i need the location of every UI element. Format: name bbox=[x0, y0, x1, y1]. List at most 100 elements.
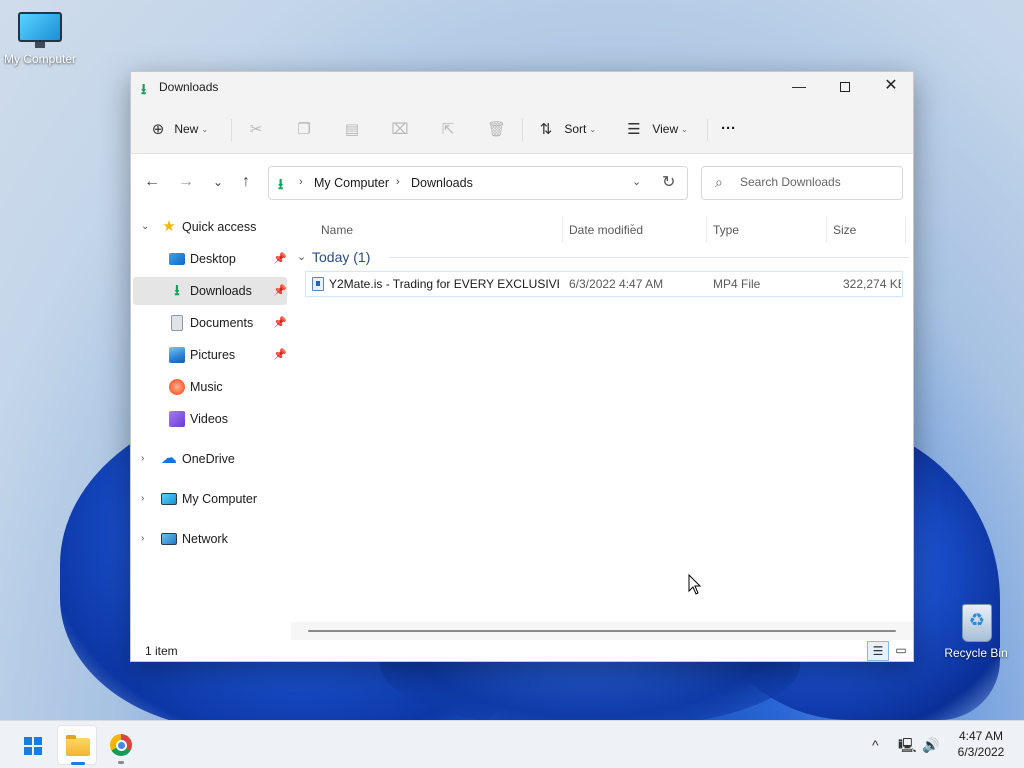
start-button[interactable] bbox=[12, 725, 52, 765]
copy-icon: ❐ bbox=[297, 120, 311, 138]
video-file-icon bbox=[312, 277, 324, 291]
sidebar-item-label: Desktop bbox=[190, 252, 236, 266]
chevron-right-icon[interactable]: › bbox=[141, 485, 144, 513]
music-icon bbox=[169, 379, 185, 395]
forward-button[interactable]: → bbox=[175, 171, 197, 193]
status-bar: 1 item ☰ ▭ bbox=[131, 641, 913, 661]
delete-button[interactable]: 🗑 bbox=[487, 116, 506, 142]
sidebar-item-documents[interactable]: Documents 📌 bbox=[133, 309, 287, 337]
view-button[interactable]: ☰ View ⌄ bbox=[625, 116, 688, 142]
sidebar-item-videos[interactable]: Videos bbox=[133, 405, 287, 433]
navigation-pane: ⌄ ★ Quick access Desktop 📌 ⭳ Downloads 📌… bbox=[131, 211, 289, 631]
command-bar: ⊕ New ⌄ ✂ ❐ ▤ ⌧ ⇱ 🗑 ⇅ Sort ⌄ ☰ View ⌄ ··· bbox=[131, 104, 913, 154]
column-header-date-modified[interactable]: ⌄ Date modified bbox=[569, 217, 705, 243]
chrome-taskbar-button[interactable] bbox=[101, 725, 141, 765]
breadcrumb-downloads[interactable]: Downloads bbox=[411, 176, 473, 190]
file-explorer-taskbar-button[interactable] bbox=[57, 725, 97, 765]
chevron-down-icon[interactable]: ⌄ bbox=[297, 245, 306, 269]
sidebar-item-downloads[interactable]: ⭳ Downloads 📌 bbox=[133, 277, 287, 305]
window-title: Downloads bbox=[159, 80, 219, 94]
horizontal-scrollbar[interactable] bbox=[291, 622, 913, 640]
chevron-right-icon[interactable]: › bbox=[141, 525, 144, 553]
new-button[interactable]: ⊕ New ⌄ bbox=[149, 116, 208, 142]
more-button[interactable]: ··· bbox=[721, 116, 736, 142]
chevron-down-icon: ⌄ bbox=[589, 124, 597, 134]
details-view-button[interactable]: ☰ bbox=[867, 641, 889, 661]
file-date-modified: 6/3/2022 4:47 AM bbox=[569, 277, 664, 291]
download-arrow-icon: ⭳ bbox=[278, 176, 284, 193]
recent-locations-button[interactable]: ⌄ bbox=[207, 171, 229, 193]
chevron-right-icon[interactable]: › bbox=[141, 445, 144, 473]
desktop-icon-my-computer[interactable]: My Computer bbox=[0, 12, 80, 66]
sidebar-item-desktop[interactable]: Desktop 📌 bbox=[133, 245, 287, 273]
running-indicator bbox=[71, 762, 85, 765]
back-button[interactable]: ← bbox=[141, 171, 163, 193]
desktop-icon bbox=[169, 253, 185, 265]
chevron-down-icon: ⌄ bbox=[681, 124, 688, 134]
sidebar-item-label: Documents bbox=[190, 316, 254, 330]
maximize-button[interactable] bbox=[822, 72, 868, 102]
group-header-today[interactable]: ⌄ Today (1) bbox=[297, 245, 909, 269]
show-hidden-icons-button[interactable]: ^ bbox=[872, 721, 879, 768]
sidebar-item-label: Network bbox=[182, 532, 228, 546]
column-header-name[interactable]: Name bbox=[321, 217, 561, 243]
navigation-row: ← → ⌄ ↑ ⭳ › My Computer › Downloads ⌄ ↻ … bbox=[131, 155, 913, 211]
clock[interactable]: 4:47 AM 6/3/2022 bbox=[948, 728, 1014, 760]
large-icons-view-button[interactable]: ▭ bbox=[890, 641, 912, 661]
column-divider[interactable] bbox=[706, 217, 707, 243]
sort-button[interactable]: ⇅ Sort ⌄ bbox=[537, 116, 596, 142]
sort-indicator-icon: ⌄ bbox=[629, 219, 636, 228]
column-header-size[interactable]: Size bbox=[833, 217, 903, 243]
search-box[interactable]: ⌕ bbox=[701, 166, 903, 200]
column-header-type[interactable]: Type bbox=[713, 217, 825, 243]
chevron-right-icon: › bbox=[299, 176, 303, 188]
chevron-up-icon: ^ bbox=[872, 737, 879, 753]
share-icon: ⇱ bbox=[441, 120, 455, 138]
address-bar[interactable]: ⭳ › My Computer › Downloads ⌄ ↻ bbox=[268, 166, 688, 200]
file-size: 322,274 KB bbox=[843, 277, 901, 291]
documents-icon bbox=[171, 315, 183, 331]
sidebar-item-my-computer[interactable]: › My Computer bbox=[133, 485, 287, 513]
table-row[interactable]: Y2Mate.is - Trading for EVERY EXCLUSIVE.… bbox=[305, 271, 903, 297]
search-input[interactable] bbox=[740, 175, 890, 189]
view-icon: ☰ bbox=[627, 120, 641, 138]
scrollbar-thumb[interactable] bbox=[308, 630, 896, 632]
chevron-down-icon[interactable]: ⌄ bbox=[141, 213, 149, 241]
up-button[interactable]: ↑ bbox=[235, 171, 257, 193]
file-explorer-window: ⭳ Downloads — ✕ ⊕ New ⌄ ✂ ❐ ▤ ⌧ ⇱ 🗑 ⇅ Sor… bbox=[130, 71, 914, 662]
cut-button[interactable]: ✂ bbox=[247, 116, 265, 142]
view-button-label: View bbox=[652, 122, 679, 136]
sidebar-item-onedrive[interactable]: › ☁ OneDrive bbox=[133, 445, 287, 473]
computer-icon bbox=[161, 493, 177, 505]
desktop-icon-recycle-bin[interactable]: ♻ Recycle Bin bbox=[936, 600, 1016, 660]
network-status-button[interactable]: 🖳 bbox=[898, 721, 917, 768]
sidebar-item-music[interactable]: Music bbox=[133, 373, 287, 401]
close-button[interactable]: ✕ bbox=[868, 72, 914, 102]
download-arrow-icon: ⭳ bbox=[141, 81, 147, 98]
copy-button[interactable]: ❐ bbox=[295, 116, 313, 142]
rename-button[interactable]: ⌧ bbox=[391, 116, 409, 142]
address-history-dropdown[interactable]: ⌄ bbox=[632, 175, 641, 188]
minimize-button[interactable]: — bbox=[776, 72, 822, 102]
clock-time: 4:47 AM bbox=[958, 729, 1004, 743]
refresh-icon[interactable]: ↻ bbox=[662, 172, 675, 192]
column-divider[interactable] bbox=[826, 217, 827, 243]
more-icon: ··· bbox=[721, 120, 736, 137]
sidebar-item-label: My Computer bbox=[182, 492, 258, 506]
file-list: Name ⌄ Date modified Type Size ⌄ Today (… bbox=[291, 211, 913, 631]
title-bar[interactable]: ⭳ Downloads — ✕ bbox=[131, 72, 913, 104]
pin-icon: 📌 bbox=[273, 317, 287, 329]
recycle-bin-icon: ♻ bbox=[958, 600, 994, 642]
breadcrumb-my-computer[interactable]: My Computer bbox=[314, 176, 389, 190]
column-divider[interactable] bbox=[905, 217, 906, 243]
chrome-icon bbox=[110, 734, 132, 756]
sidebar-item-pictures[interactable]: Pictures 📌 bbox=[133, 341, 287, 369]
sidebar-item-network[interactable]: › Network bbox=[133, 525, 287, 553]
details-view-icon: ☰ bbox=[872, 644, 884, 658]
column-divider[interactable] bbox=[562, 217, 563, 243]
sidebar-item-quick-access[interactable]: ⌄ ★ Quick access bbox=[133, 213, 287, 241]
volume-button[interactable]: 🔊 bbox=[922, 721, 939, 768]
paste-button[interactable]: ▤ bbox=[343, 116, 361, 142]
videos-icon bbox=[169, 411, 185, 427]
share-button[interactable]: ⇱ bbox=[439, 116, 457, 142]
